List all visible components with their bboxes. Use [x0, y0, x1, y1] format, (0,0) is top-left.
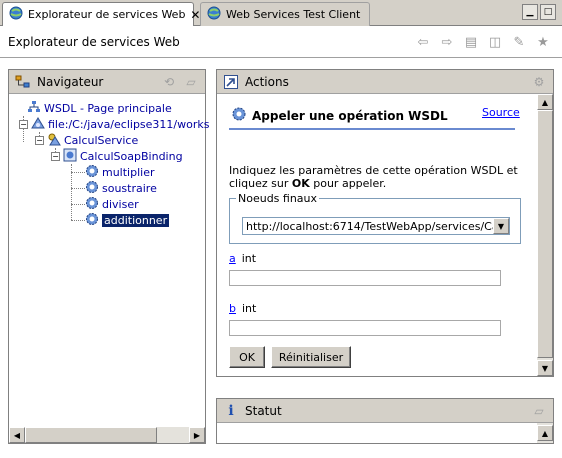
- file-wsdl-icon: [31, 116, 45, 133]
- page-icon[interactable]: ▤: [463, 34, 479, 50]
- heading-divider: [229, 128, 515, 130]
- page-title: Explorateur de services Web: [8, 35, 180, 49]
- tree-item-operation[interactable]: diviser: [85, 196, 139, 212]
- source-link[interactable]: Source: [482, 106, 520, 119]
- scrollbar-thumb[interactable]: [537, 110, 553, 358]
- status-panel: i Statut ▱ ▲: [216, 398, 554, 444]
- tree-connector: [71, 172, 85, 173]
- scroll-left-icon[interactable]: ◀: [9, 427, 25, 443]
- tree-item-service[interactable]: − CalculService: [35, 132, 138, 148]
- forward-arrow-icon[interactable]: ⇨: [439, 34, 455, 50]
- tab-web-services-test-client[interactable]: Web Services Test Client: [200, 2, 370, 26]
- tree-item-label: CalculSoapBinding: [80, 149, 183, 163]
- navigator-header: Navigateur ⟲ ▱: [9, 70, 205, 94]
- status-header: i Statut ▱: [217, 399, 553, 423]
- service-icon: [47, 132, 61, 149]
- vertical-scrollbar[interactable]: ▲ ▼: [537, 94, 553, 376]
- endpoints-group: Noeuds finaux http://localhost:6714/Test…: [229, 192, 521, 244]
- chevron-down-icon[interactable]: ▼: [493, 218, 509, 234]
- tree-item-operation[interactable]: soustraire: [85, 180, 157, 196]
- tree-item-label: soustraire: [102, 181, 157, 195]
- tree-item-operation-selected[interactable]: additionner: [85, 212, 170, 229]
- param-b-type: int: [241, 302, 257, 315]
- tree-item-label: additionner: [102, 213, 170, 227]
- wsdl-icon: [27, 100, 41, 117]
- globe-icon: [207, 6, 221, 23]
- param-b-link[interactable]: b: [229, 302, 236, 315]
- navigator-panel: Navigateur ⟲ ▱ WSDL - Page principale − …: [8, 69, 209, 444]
- minimize-icon[interactable]: ▁: [522, 4, 538, 20]
- favorite-star-icon[interactable]: ★: [535, 34, 551, 50]
- tab-label: Web Services Test Client: [226, 8, 361, 21]
- back-arrow-icon[interactable]: ⇦: [415, 34, 431, 50]
- endpoint-select[interactable]: http://localhost:6714/TestWebApp/service…: [242, 217, 510, 235]
- vertical-scrollbar[interactable]: ▲: [537, 423, 553, 443]
- reset-button[interactable]: Réinitialiser: [271, 346, 351, 368]
- tree-item-label: file:/C:/java/eclipse311/works: [48, 117, 210, 131]
- param-a-label: a int: [229, 252, 256, 265]
- page-settings-icon[interactable]: ◫: [487, 34, 503, 50]
- collapse-icon[interactable]: −: [19, 119, 28, 129]
- actions-header: Actions ⚙: [217, 70, 553, 94]
- scroll-up-icon[interactable]: ▲: [537, 425, 553, 441]
- actions-panel: Actions ⚙ Appeler une opération WSDL Sou…: [216, 69, 554, 377]
- tree-item-label: WSDL - Page principale: [44, 101, 172, 115]
- tree-item-label: CalculService: [64, 133, 139, 147]
- navigator-icon: [15, 74, 31, 90]
- tab-web-services-explorer[interactable]: Explorateur de services Web ✕: [2, 2, 200, 26]
- tree-connector: [71, 220, 85, 221]
- actions-title: Actions: [245, 74, 289, 89]
- binding-icon: [63, 148, 77, 165]
- operation-icon: [85, 180, 99, 197]
- tool-icon[interactable]: ✎: [511, 34, 527, 50]
- editor-tab-bar: Explorateur de services Web ✕ Web Servic…: [0, 0, 562, 26]
- collapse-icon[interactable]: −: [35, 135, 44, 145]
- param-a-type: int: [241, 252, 257, 265]
- status-title: Statut: [245, 403, 282, 418]
- operation-icon: [85, 164, 99, 181]
- horizontal-scrollbar[interactable]: ◀ ▶: [9, 427, 205, 443]
- navigator-title: Navigateur: [37, 74, 104, 89]
- globe-icon: [9, 6, 23, 23]
- tree-item-binding[interactable]: − CalculSoapBinding: [51, 148, 183, 164]
- operation-icon: [85, 212, 99, 229]
- editor-title-strip: Explorateur de services Web ⇦ ⇨ ▤ ◫ ✎ ★: [0, 26, 562, 58]
- close-icon[interactable]: ✕: [190, 8, 200, 22]
- description-ok: OK: [291, 177, 310, 190]
- tab-label: Explorateur de services Web: [28, 8, 186, 21]
- param-a-link[interactable]: a: [229, 252, 236, 265]
- description-text-end: pour appeler.: [309, 177, 387, 190]
- tree-item-operation[interactable]: multiplier: [85, 164, 155, 180]
- endpoint-value: http://localhost:6714/TestWebApp/service…: [246, 220, 510, 233]
- tree-connector: [71, 204, 85, 205]
- tree-item-label: multiplier: [102, 165, 155, 179]
- collapse-icon[interactable]: −: [51, 151, 60, 161]
- scroll-right-icon[interactable]: ▶: [189, 427, 205, 443]
- tree-item-wsdl-main[interactable]: WSDL - Page principale: [27, 100, 172, 116]
- scroll-up-icon[interactable]: ▲: [537, 94, 553, 110]
- operation-icon: [85, 196, 99, 213]
- operation-heading: Appeler une opération WSDL: [231, 106, 448, 125]
- clear-icon[interactable]: ▱: [183, 74, 199, 90]
- arrow-link-icon: [223, 74, 239, 90]
- operation-description: Indiquez les paramètres de cette opérati…: [229, 164, 519, 190]
- tree-item-file[interactable]: − file:/C:/java/eclipse311/works: [19, 116, 209, 132]
- ok-button[interactable]: OK: [229, 346, 265, 368]
- info-icon: i: [228, 402, 234, 419]
- param-b-label: b int: [229, 302, 256, 315]
- maximize-icon[interactable]: □: [540, 4, 556, 20]
- param-a-input[interactable]: [229, 270, 501, 286]
- sync-icon[interactable]: ⟲: [161, 74, 177, 90]
- param-b-input[interactable]: [229, 320, 501, 336]
- scroll-down-icon[interactable]: ▼: [537, 360, 553, 376]
- tree-item-label: diviser: [102, 197, 139, 211]
- endpoints-legend: Noeuds finaux: [236, 192, 320, 205]
- settings-icon[interactable]: ⚙: [531, 74, 547, 90]
- operation-heading-text: Appeler une opération WSDL: [252, 108, 448, 123]
- operation-icon: [231, 106, 247, 125]
- clear-icon[interactable]: ▱: [531, 403, 547, 419]
- tree-connector: [71, 188, 85, 189]
- scrollbar-thumb[interactable]: [25, 427, 157, 443]
